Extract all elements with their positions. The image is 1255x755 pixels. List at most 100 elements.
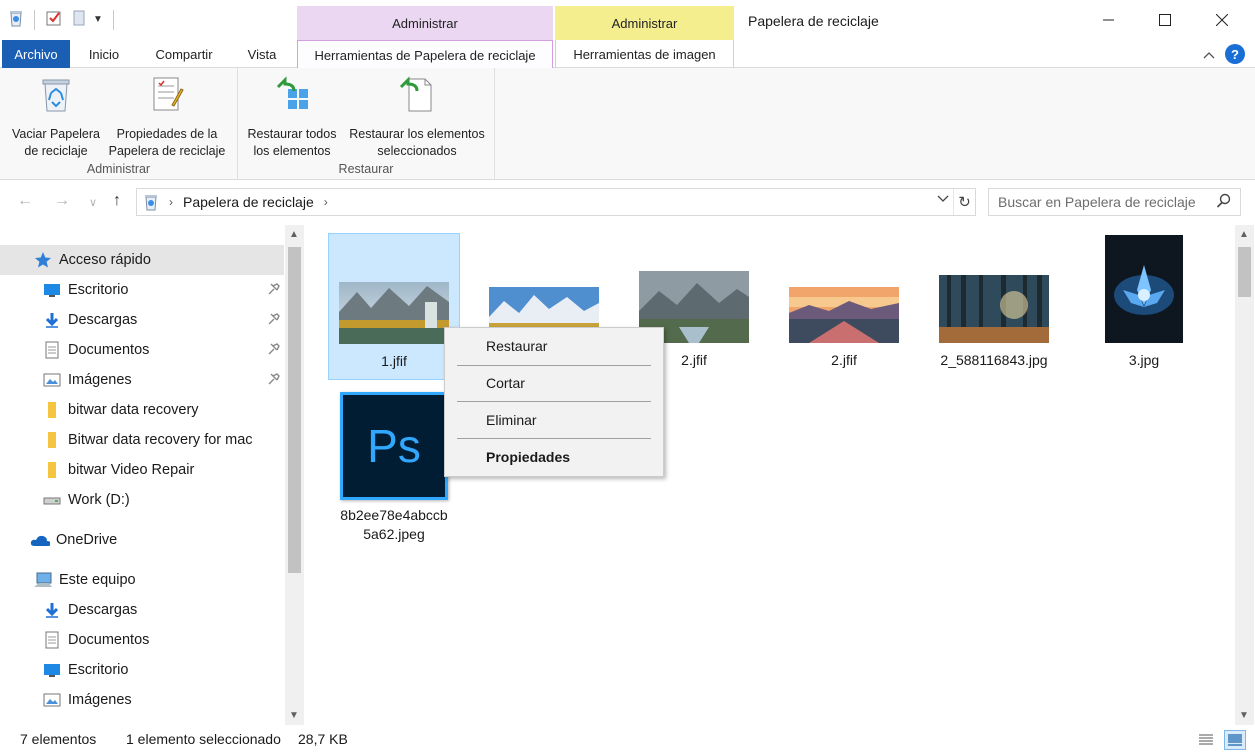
empty-recycle-bin-button[interactable]: Vaciar Papelera de reciclaje bbox=[8, 74, 104, 160]
pin-icon[interactable] bbox=[268, 373, 280, 389]
pictures-icon bbox=[42, 690, 62, 710]
ribbon-group-restaurar: Restaurar todos los elementos Restaurar … bbox=[238, 68, 495, 180]
menu-separator bbox=[457, 401, 651, 402]
sidebar-item-label: bitwar Video Repair bbox=[68, 462, 195, 478]
breadcrumb[interactable]: Papelera de reciclaje bbox=[183, 194, 314, 210]
tab-vista[interactable]: Vista bbox=[236, 40, 288, 68]
address-dropdown-icon[interactable] bbox=[937, 194, 949, 206]
sidebar-item-escritorio-pc[interactable]: Escritorio bbox=[0, 655, 284, 685]
menu-item-propiedades[interactable]: Propiedades bbox=[445, 442, 663, 472]
refresh-icon[interactable]: ↻ bbox=[953, 189, 975, 215]
scroll-down-icon[interactable]: ▼ bbox=[289, 710, 299, 721]
drive-icon bbox=[42, 490, 62, 510]
sidebar-item-onedrive[interactable]: OneDrive bbox=[0, 525, 284, 555]
scrollbar-thumb[interactable] bbox=[288, 247, 301, 573]
file-item[interactable]: 1.jfif bbox=[328, 233, 460, 380]
sidebar-scrollbar[interactable]: ▲ ▼ bbox=[285, 225, 304, 725]
sidebar-item-work-drive[interactable]: Work (D:) bbox=[0, 485, 284, 515]
ribbon: Vaciar Papelera de reciclaje Propiedades… bbox=[0, 68, 1255, 180]
breadcrumb-chevron-icon[interactable]: › bbox=[324, 195, 328, 209]
sidebar-item-este-equipo[interactable]: Este equipo bbox=[0, 565, 284, 595]
file-item[interactable]: 3.jpg bbox=[1078, 233, 1210, 380]
menu-item-cortar[interactable]: Cortar bbox=[445, 368, 663, 398]
forward-arrow-icon[interactable]: → bbox=[54, 192, 70, 210]
scroll-up-icon[interactable]: ▲ bbox=[289, 229, 299, 240]
restore-all-button[interactable]: Restaurar todos los elementos bbox=[242, 74, 342, 160]
sidebar-item-escritorio[interactable]: Escritorio bbox=[0, 275, 284, 305]
tab-compartir[interactable]: Compartir bbox=[142, 40, 226, 68]
close-icon bbox=[1216, 14, 1228, 26]
menu-item-eliminar[interactable]: Eliminar bbox=[445, 405, 663, 435]
tab-inicio[interactable]: Inicio bbox=[76, 40, 132, 68]
scroll-down-icon[interactable]: ▼ bbox=[1239, 710, 1249, 721]
scrollbar-thumb[interactable] bbox=[1238, 247, 1251, 297]
tab-image-tools[interactable]: Herramientas de imagen bbox=[555, 40, 734, 68]
pin-icon[interactable] bbox=[268, 343, 280, 359]
sidebar-item-bitwar-data-recovery-mac[interactable]: Bitwar data recovery for mac bbox=[0, 425, 284, 455]
ribbon-right-controls: ? bbox=[1203, 44, 1245, 64]
download-icon bbox=[42, 310, 62, 330]
button-label: los elementos bbox=[253, 144, 331, 158]
item-count: 7 elementos bbox=[20, 731, 97, 747]
menu-separator bbox=[457, 438, 651, 439]
file-item[interactable]: 2.jfif bbox=[778, 233, 910, 380]
restore-selected-button[interactable]: Restaurar los elementos seleccionados bbox=[342, 74, 492, 160]
large-icons-view-button[interactable] bbox=[1224, 730, 1246, 750]
minimize-button[interactable] bbox=[1080, 0, 1138, 40]
sidebar-item-descargas-pc[interactable]: Descargas bbox=[0, 595, 284, 625]
navigation-pane: Acceso rápido Escritorio Descargas Docum… bbox=[0, 225, 305, 725]
up-arrow-icon[interactable]: ↑ bbox=[113, 192, 121, 210]
restore-selected-icon bbox=[397, 74, 437, 114]
ribbon-group-label: Administrar bbox=[86, 162, 151, 176]
address-bar[interactable]: › Papelera de reciclaje › ↻ bbox=[136, 188, 976, 216]
tab-archivo[interactable]: Archivo bbox=[2, 40, 70, 68]
help-icon[interactable]: ? bbox=[1225, 44, 1245, 64]
pin-icon[interactable] bbox=[268, 283, 280, 299]
sidebar-item-label: Imágenes bbox=[68, 692, 132, 708]
sidebar-item-bitwar-video-repair[interactable]: bitwar Video Repair bbox=[0, 455, 284, 485]
recent-locations-chevron-icon[interactable]: ∨ bbox=[89, 196, 97, 209]
details-view-button[interactable] bbox=[1195, 730, 1217, 750]
sidebar-item-label: Bitwar data recovery for mac bbox=[68, 432, 253, 448]
sidebar-item-documentos[interactable]: Documentos bbox=[0, 335, 284, 365]
collapse-ribbon-icon[interactable] bbox=[1203, 46, 1215, 62]
sidebar-item-label: Descargas bbox=[68, 312, 138, 328]
file-item[interactable]: 2_588116843.jpg bbox=[928, 233, 1060, 380]
sidebar-item-bitwar-data-recovery[interactable]: bitwar data recovery bbox=[0, 395, 284, 425]
recycle-bin-properties-button[interactable]: Propiedades de la Papelera de reciclaje bbox=[104, 74, 230, 160]
sidebar-item-label: Imágenes bbox=[68, 372, 132, 388]
breadcrumb-chevron-icon[interactable]: › bbox=[169, 195, 173, 209]
tab-recycle-bin-tools[interactable]: Herramientas de Papelera de reciclaje bbox=[297, 40, 553, 69]
search-icon[interactable] bbox=[1216, 193, 1232, 212]
sidebar-item-imagenes-pc[interactable]: Imágenes bbox=[0, 685, 284, 715]
back-arrow-icon[interactable]: ← bbox=[17, 192, 33, 210]
selection-size: 28,7 KB bbox=[298, 731, 348, 747]
file-name-line: 5a62.jpeg bbox=[363, 526, 425, 542]
thumbnail-image bbox=[939, 233, 1049, 343]
context-menu: Restaurar Cortar Eliminar Propiedades bbox=[444, 327, 664, 477]
sidebar-item-imagenes[interactable]: Imágenes bbox=[0, 365, 284, 395]
selection-count: 1 elemento seleccionado bbox=[126, 731, 281, 747]
new-folder-icon[interactable] bbox=[71, 9, 87, 30]
recycle-bin-small-icon bbox=[143, 193, 159, 211]
menu-item-restaurar[interactable]: Restaurar bbox=[445, 331, 663, 361]
qat-dropdown-icon[interactable]: ▼ bbox=[93, 14, 103, 25]
sidebar-item-quick-access[interactable]: Acceso rápido bbox=[0, 245, 284, 275]
file-name: 3.jpg bbox=[1128, 352, 1160, 368]
pin-icon[interactable] bbox=[268, 313, 280, 329]
search-input[interactable]: Buscar en Papelera de reciclaje bbox=[988, 188, 1241, 216]
minimize-icon bbox=[1103, 19, 1114, 21]
sidebar-item-descargas[interactable]: Descargas bbox=[0, 305, 284, 335]
button-label: Papelera de reciclaje bbox=[108, 144, 226, 158]
properties-check-icon[interactable] bbox=[45, 9, 63, 30]
button-label: de reciclaje bbox=[24, 144, 88, 158]
file-item[interactable]: Ps 8b2ee78e4abccb 5a62.jpeg bbox=[328, 385, 460, 545]
sidebar-item-documentos-pc[interactable]: Documentos bbox=[0, 625, 284, 655]
recycle-bin-small-icon[interactable] bbox=[8, 9, 24, 30]
folder-icon bbox=[42, 460, 62, 480]
maximize-button[interactable] bbox=[1136, 0, 1194, 40]
navigation-bar: ← → ∨ ↑ › Papelera de reciclaje › ↻ Busc… bbox=[0, 181, 1255, 223]
close-button[interactable] bbox=[1193, 0, 1251, 40]
scroll-up-icon[interactable]: ▲ bbox=[1239, 229, 1249, 240]
file-view-scrollbar[interactable]: ▲ ▼ bbox=[1235, 225, 1254, 725]
